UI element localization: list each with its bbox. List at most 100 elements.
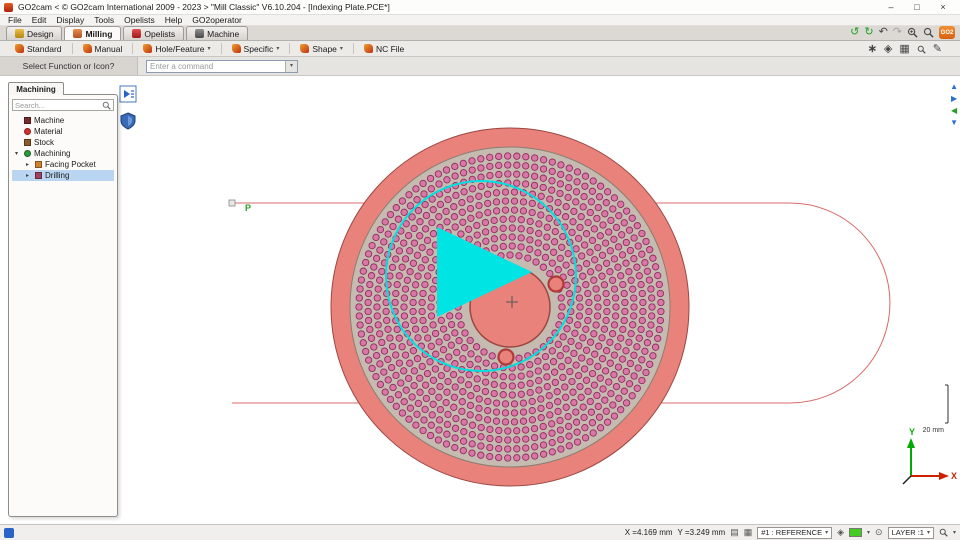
index-hole[interactable] bbox=[515, 354, 523, 362]
index-hole[interactable] bbox=[504, 445, 512, 453]
index-hole[interactable] bbox=[510, 188, 519, 196]
index-hole[interactable] bbox=[451, 172, 459, 180]
tab-milling[interactable]: Milling bbox=[64, 26, 122, 40]
index-hole[interactable] bbox=[594, 203, 602, 212]
index-hole[interactable] bbox=[459, 218, 467, 226]
index-hole[interactable] bbox=[649, 352, 657, 360]
index-hole[interactable] bbox=[372, 254, 381, 263]
index-hole[interactable] bbox=[535, 386, 543, 394]
index-hole[interactable] bbox=[539, 422, 547, 431]
index-hole[interactable] bbox=[416, 218, 424, 226]
index-hole[interactable] bbox=[617, 334, 625, 342]
index-hole[interactable] bbox=[639, 298, 647, 307]
index-hole[interactable] bbox=[609, 205, 617, 213]
index-hole[interactable] bbox=[584, 218, 592, 227]
index-hole[interactable] bbox=[386, 334, 394, 342]
index-hole[interactable] bbox=[573, 168, 582, 176]
index-hole[interactable] bbox=[554, 198, 562, 207]
index-hole[interactable] bbox=[442, 207, 450, 216]
index-hole[interactable] bbox=[605, 228, 613, 236]
index-hole[interactable] bbox=[519, 417, 528, 425]
index-hole[interactable] bbox=[378, 267, 386, 276]
index-hole[interactable] bbox=[403, 276, 412, 284]
tree-item-facing-pocket[interactable]: ▸ Facing Pocket bbox=[12, 159, 114, 170]
index-hole[interactable] bbox=[586, 358, 594, 366]
index-hole[interactable] bbox=[368, 241, 376, 250]
index-hole[interactable] bbox=[610, 255, 619, 263]
index-hole[interactable] bbox=[444, 410, 452, 419]
index-hole[interactable] bbox=[355, 294, 363, 302]
index-hole[interactable] bbox=[647, 321, 655, 329]
index-hole[interactable] bbox=[548, 429, 556, 437]
index-hole[interactable] bbox=[564, 249, 572, 258]
index-hole[interactable] bbox=[572, 408, 580, 416]
index-hole[interactable] bbox=[528, 397, 536, 406]
index-hole[interactable] bbox=[486, 434, 494, 443]
index-hole[interactable] bbox=[384, 230, 392, 238]
index-hole[interactable] bbox=[557, 170, 565, 179]
index-hole[interactable] bbox=[384, 376, 392, 384]
index-hole[interactable] bbox=[423, 369, 432, 378]
index-hole[interactable] bbox=[561, 383, 569, 391]
index-hole[interactable] bbox=[380, 368, 388, 376]
machining-panel-tab[interactable]: Machining bbox=[8, 82, 64, 95]
index-hole[interactable] bbox=[426, 431, 435, 440]
index-hole[interactable] bbox=[477, 442, 485, 450]
index-hole[interactable] bbox=[499, 373, 507, 381]
index-hole[interactable] bbox=[590, 330, 598, 338]
index-hole[interactable] bbox=[429, 230, 438, 238]
index-hole[interactable] bbox=[531, 154, 539, 162]
index-hole[interactable] bbox=[428, 387, 436, 396]
index-hole[interactable] bbox=[421, 200, 429, 209]
pin-hole[interactable] bbox=[497, 348, 515, 366]
index-hole[interactable] bbox=[501, 197, 510, 205]
index-hole[interactable] bbox=[519, 207, 528, 215]
index-hole[interactable] bbox=[545, 392, 553, 400]
index-hole[interactable] bbox=[450, 203, 458, 211]
index-hole[interactable] bbox=[578, 252, 586, 260]
index-hole[interactable] bbox=[495, 444, 503, 453]
index-hole[interactable] bbox=[432, 350, 440, 358]
index-hole[interactable] bbox=[556, 180, 565, 188]
measure-icon[interactable]: ✎ bbox=[933, 43, 942, 55]
index-hole[interactable] bbox=[452, 191, 460, 200]
index-hole[interactable] bbox=[406, 359, 414, 367]
index-hole[interactable] bbox=[416, 374, 424, 382]
index-hole[interactable] bbox=[429, 376, 438, 384]
index-hole[interactable] bbox=[621, 307, 629, 316]
index-hole[interactable] bbox=[446, 312, 454, 320]
index-hole[interactable] bbox=[622, 347, 630, 355]
index-hole[interactable] bbox=[575, 294, 584, 302]
index-hole[interactable] bbox=[548, 186, 556, 194]
index-hole[interactable] bbox=[475, 192, 483, 200]
index-hole[interactable] bbox=[370, 263, 378, 271]
index-hole[interactable] bbox=[473, 231, 481, 239]
index-hole[interactable] bbox=[395, 247, 404, 255]
index-hole[interactable] bbox=[437, 316, 445, 325]
index-hole[interactable] bbox=[565, 290, 574, 298]
index-hole[interactable] bbox=[563, 325, 571, 333]
index-hole[interactable] bbox=[574, 371, 583, 380]
index-hole[interactable] bbox=[567, 337, 575, 346]
index-hole[interactable] bbox=[492, 207, 501, 215]
index-hole[interactable] bbox=[384, 325, 392, 333]
index-hole[interactable] bbox=[460, 418, 468, 426]
index-hole[interactable] bbox=[362, 347, 370, 356]
index-hole[interactable] bbox=[510, 197, 519, 205]
index-hole[interactable] bbox=[649, 254, 657, 262]
index-hole[interactable] bbox=[510, 206, 519, 214]
index-hole[interactable] bbox=[638, 376, 646, 385]
index-hole[interactable] bbox=[545, 214, 553, 222]
index-hole[interactable] bbox=[459, 169, 468, 177]
index-hole[interactable] bbox=[550, 368, 559, 376]
index-hole[interactable] bbox=[554, 398, 562, 406]
index-hole[interactable] bbox=[418, 298, 426, 307]
index-hole[interactable] bbox=[510, 418, 519, 426]
index-hole[interactable] bbox=[459, 388, 467, 396]
index-hole[interactable] bbox=[610, 412, 619, 420]
index-hole[interactable] bbox=[372, 372, 380, 381]
index-hole[interactable] bbox=[586, 268, 595, 276]
index-hole[interactable] bbox=[413, 196, 421, 204]
index-hole[interactable] bbox=[460, 188, 468, 196]
index-hole[interactable] bbox=[530, 434, 539, 442]
